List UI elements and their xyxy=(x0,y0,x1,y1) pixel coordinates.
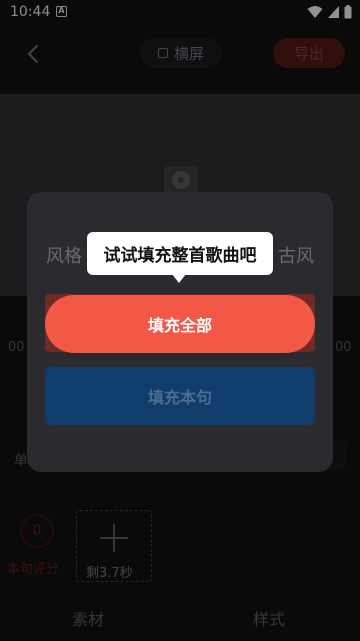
style-value[interactable]: 古风 xyxy=(278,242,314,268)
style-label: 风格 xyxy=(46,246,82,267)
fill-all-button[interactable]: 填充全部 xyxy=(45,295,315,353)
fill-line-button[interactable]: 填充本句 xyxy=(45,367,315,425)
tooltip: 试试填充整首歌曲吧 xyxy=(87,232,273,275)
tooltip-arrow xyxy=(172,274,186,283)
